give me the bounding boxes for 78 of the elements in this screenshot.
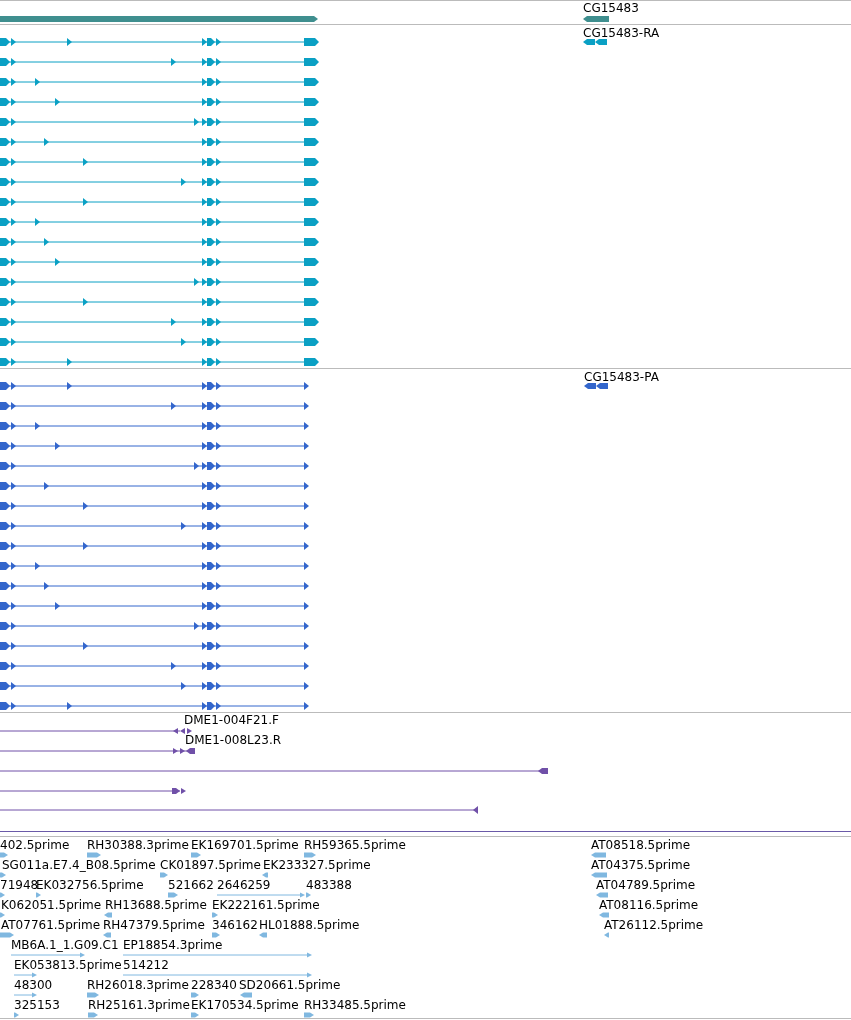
est-label: EK032756.5prime bbox=[36, 878, 144, 892]
est-label: 521662 bbox=[168, 878, 214, 892]
est-glyph-icon bbox=[591, 852, 606, 858]
est-label: AT26112.5prime bbox=[604, 918, 704, 932]
est-glyph-icon bbox=[604, 932, 609, 938]
est-glyph-icon bbox=[304, 1012, 314, 1018]
est-label: EP18854.3prime bbox=[123, 938, 223, 952]
est-label: RH13688.5prime bbox=[105, 898, 207, 912]
est-glyph-icon bbox=[88, 1012, 98, 1018]
est-glyph-icon bbox=[87, 992, 99, 998]
est-label: 514212 bbox=[123, 958, 169, 972]
est-glyph-icon bbox=[212, 932, 220, 938]
est-glyph-icon bbox=[103, 932, 111, 938]
est-glyph-icon bbox=[36, 892, 41, 898]
est-glyph-icon bbox=[10, 952, 85, 958]
est-glyph-icon bbox=[191, 852, 201, 858]
est-label: 325153 bbox=[14, 998, 60, 1012]
est-glyph-icon bbox=[259, 932, 267, 938]
est-glyph-icon bbox=[13, 972, 37, 978]
est-label: RH26018.3prime bbox=[87, 978, 189, 992]
est-glyph-icon bbox=[591, 872, 607, 878]
est-glyph-icon bbox=[596, 892, 608, 898]
est-label: EK222161.5prime bbox=[212, 898, 320, 912]
est-label: 402.5prime bbox=[0, 838, 70, 852]
est-label: CK01897.5prime bbox=[160, 858, 261, 872]
est-label: RH59365.5prime bbox=[304, 838, 406, 852]
est-glyph-icon bbox=[14, 1012, 19, 1018]
est-label: RH33485.5prime bbox=[304, 998, 406, 1012]
est-label: SD20661.5prime bbox=[239, 978, 341, 992]
est-glyph-icon bbox=[0, 892, 5, 898]
transcript-label: CG15483-RA bbox=[583, 26, 660, 40]
transcript-glyph-icon bbox=[583, 39, 607, 45]
est-label: SG011a.E7.4_B08.5prime bbox=[2, 858, 156, 872]
clone-label: DME1-008L23.R bbox=[185, 733, 282, 747]
est-glyph-icon bbox=[191, 1012, 199, 1018]
est-label: AT04375.5prime bbox=[591, 858, 691, 872]
est-glyph-icon bbox=[240, 992, 252, 998]
est-label: AT08518.5prime bbox=[591, 838, 691, 852]
est-glyph-icon bbox=[122, 972, 312, 978]
est-label: AT04789.5prime bbox=[596, 878, 696, 892]
transcript-label: CG15483-PA bbox=[584, 370, 659, 384]
est-label: RH30388.3prime bbox=[87, 838, 189, 852]
est-glyph-icon bbox=[0, 912, 5, 918]
est-glyph-icon bbox=[599, 912, 609, 918]
est-glyph-icon bbox=[104, 912, 112, 918]
est-label: EK170534.5prime bbox=[191, 998, 299, 1012]
est-label: EK233327.5prime bbox=[263, 858, 371, 872]
est-label: 48300 bbox=[14, 978, 53, 992]
est-glyph-icon bbox=[13, 992, 37, 998]
est-label: 71948 bbox=[0, 878, 39, 892]
est-label: MB6A.1_1.G09.C1 bbox=[11, 938, 119, 952]
gene-glyph-icon bbox=[583, 16, 609, 22]
est-label: 483388 bbox=[306, 878, 352, 892]
est-glyph-icon bbox=[122, 952, 312, 958]
est-glyph-icon bbox=[168, 892, 178, 898]
est-label: 346162 bbox=[212, 918, 258, 932]
est-label: EK053813.5prime bbox=[14, 958, 122, 972]
est-label: 2646259 bbox=[217, 878, 271, 892]
est-label: K062051.5prime bbox=[1, 898, 102, 912]
est-glyph-icon bbox=[0, 932, 14, 938]
est-label: RH47379.5prime bbox=[103, 918, 205, 932]
est-label: AT08116.5prime bbox=[599, 898, 699, 912]
est-glyph-icon bbox=[0, 872, 6, 878]
transcript-glyph-icon bbox=[584, 383, 608, 389]
est-glyph-icon bbox=[212, 912, 218, 918]
est-label: AT07761.5prime bbox=[1, 918, 101, 932]
gene-label: CG15483 bbox=[583, 1, 639, 15]
est-glyph-icon bbox=[160, 872, 168, 878]
est-label: RH25161.3prime bbox=[88, 998, 190, 1012]
est-glyph-icon bbox=[87, 852, 101, 858]
est-label: 228340 bbox=[191, 978, 237, 992]
est-label: EK169701.5prime bbox=[191, 838, 299, 852]
est-glyph-icon bbox=[262, 872, 268, 878]
est-glyph-icon bbox=[191, 992, 199, 998]
est-glyph-icon bbox=[304, 852, 316, 858]
est-label: HL01888.5prime bbox=[259, 918, 360, 932]
clone-label: DME1-004F21.F bbox=[184, 713, 279, 727]
est-glyph-icon bbox=[0, 852, 8, 858]
